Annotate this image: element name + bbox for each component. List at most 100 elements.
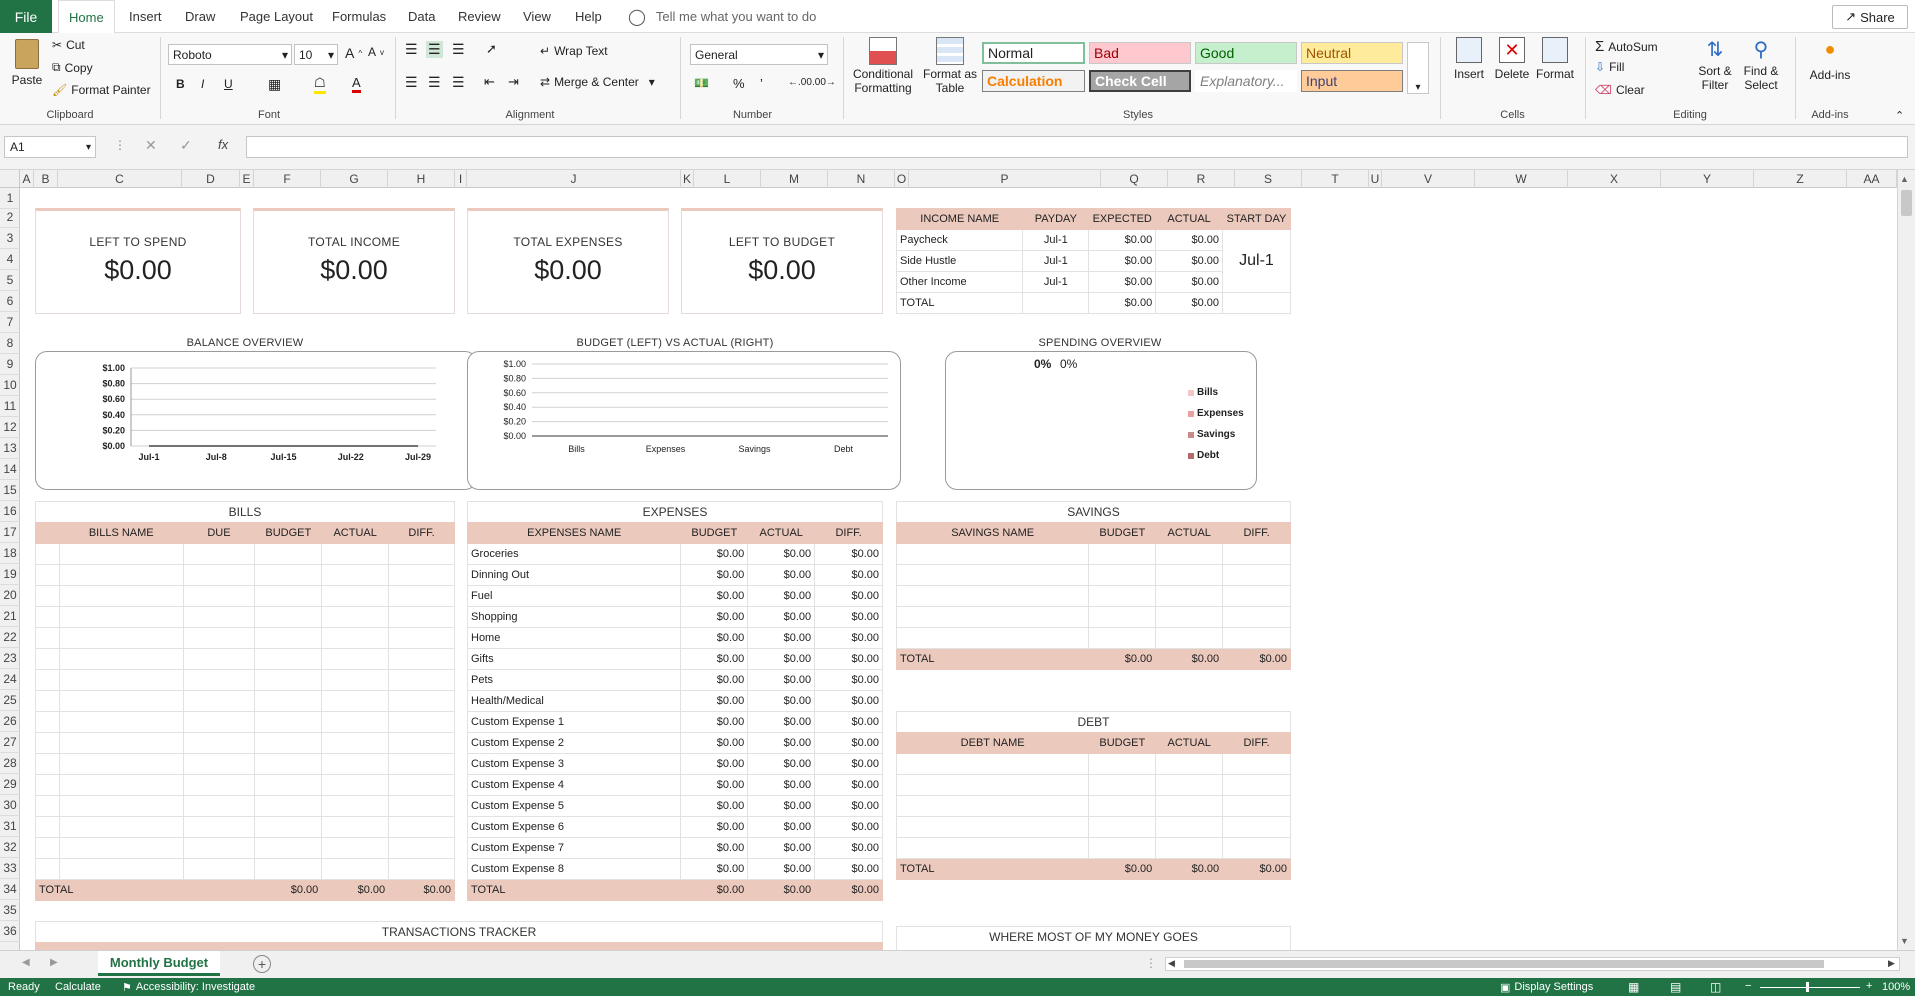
table-cell[interactable]	[895, 774, 1090, 796]
zoom-out-icon[interactable]: −	[1745, 980, 1751, 992]
table-cell[interactable]: Health/Medical	[466, 690, 682, 712]
table-cell[interactable]	[321, 816, 390, 838]
select-all-corner[interactable]	[0, 170, 20, 188]
income-actual[interactable]: $0.00	[1155, 271, 1223, 293]
table-cell[interactable]: $0.00	[680, 774, 749, 796]
row-header[interactable]: 13	[0, 438, 20, 459]
table-cell[interactable]	[35, 627, 60, 649]
income-expected[interactable]: $0.00	[1088, 250, 1157, 272]
font-size-select[interactable]: 10 ▾	[294, 44, 338, 65]
table-cell[interactable]	[1222, 627, 1291, 649]
decrease-decimal-button[interactable]: .00→	[812, 77, 836, 88]
table-cell[interactable]	[182, 858, 256, 880]
column-header[interactable]: R	[1168, 170, 1235, 188]
table-cell[interactable]	[182, 816, 256, 838]
normal-view-icon[interactable]: ▦	[1628, 980, 1639, 994]
table-cell[interactable]	[182, 627, 256, 649]
table-cell[interactable]: $0.00	[747, 795, 816, 817]
align-middle-button[interactable]: ☰	[426, 41, 443, 58]
table-cell[interactable]	[58, 585, 184, 607]
table-cell[interactable]: $0.00	[747, 564, 816, 586]
table-cell[interactable]: $0.00	[747, 837, 816, 859]
increase-indent-button[interactable]: ⇥	[508, 74, 519, 90]
column-header[interactable]: N	[828, 170, 895, 188]
page-break-view-icon[interactable]: ◫	[1710, 980, 1721, 994]
scroll-left-icon[interactable]: ◀	[1168, 958, 1175, 969]
table-cell[interactable]	[58, 690, 184, 712]
row-header[interactable]: 18	[0, 543, 20, 564]
table-cell[interactable]	[58, 795, 184, 817]
row-header[interactable]: 33	[0, 858, 20, 879]
row-header[interactable]: 25	[0, 690, 20, 711]
column-header[interactable]: G	[321, 170, 388, 188]
table-cell[interactable]	[388, 795, 455, 817]
table-cell[interactable]	[1222, 564, 1291, 586]
table-cell[interactable]	[1155, 774, 1224, 796]
tab-draw[interactable]: Draw	[185, 0, 215, 33]
table-cell[interactable]	[58, 837, 184, 859]
style-bad[interactable]: Bad	[1089, 42, 1191, 64]
table-cell[interactable]	[1155, 606, 1224, 628]
table-cell[interactable]	[182, 648, 256, 670]
row-header[interactable]: 23	[0, 648, 20, 669]
tab-view[interactable]: View	[523, 0, 551, 33]
table-cell[interactable]	[1222, 585, 1291, 607]
table-cell[interactable]: $0.00	[680, 732, 749, 754]
decrease-indent-button[interactable]: ⇤	[484, 74, 495, 90]
table-cell[interactable]	[1088, 564, 1157, 586]
income-expected[interactable]: $0.00	[1088, 229, 1157, 251]
table-cell[interactable]: Custom Expense 4	[466, 774, 682, 796]
table-cell[interactable]: $0.00	[814, 753, 883, 775]
table-cell[interactable]: $0.00	[747, 606, 816, 628]
table-cell[interactable]	[58, 669, 184, 691]
increase-font-button[interactable]: A ^	[345, 45, 362, 61]
scroll-up-icon[interactable]: ▲	[1900, 174, 1909, 184]
table-cell[interactable]	[321, 606, 390, 628]
income-payday[interactable]: Jul-1	[1022, 229, 1090, 251]
align-right-button[interactable]: ☰	[452, 74, 465, 91]
row-header[interactable]: 24	[0, 669, 20, 690]
insert-cells-button[interactable]: Insert	[1450, 37, 1488, 81]
display-settings-button[interactable]: ▣ Display Settings	[1500, 981, 1593, 994]
table-cell[interactable]: Groceries	[466, 543, 682, 565]
clear-button[interactable]: ⌫ Clear	[1595, 83, 1645, 97]
table-cell[interactable]	[58, 564, 184, 586]
table-cell[interactable]	[254, 711, 323, 733]
tab-formulas[interactable]: Formulas	[332, 0, 386, 33]
column-header[interactable]: U	[1369, 170, 1382, 188]
font-name-select[interactable]: Roboto ▾	[168, 44, 292, 65]
table-cell[interactable]	[35, 669, 60, 691]
table-cell[interactable]	[1088, 606, 1157, 628]
align-center-button[interactable]: ☰	[428, 74, 441, 91]
table-cell[interactable]: $0.00	[680, 753, 749, 775]
table-cell[interactable]: $0.00	[814, 627, 883, 649]
share-button[interactable]: ↗ Share	[1832, 5, 1908, 29]
table-cell[interactable]	[1222, 816, 1291, 838]
table-cell[interactable]	[35, 837, 60, 859]
table-cell[interactable]	[388, 585, 455, 607]
scroll-right-icon[interactable]: ▶	[1888, 958, 1895, 969]
align-top-button[interactable]: ☰	[405, 41, 418, 58]
table-cell[interactable]	[1088, 753, 1157, 775]
table-cell[interactable]	[1088, 816, 1157, 838]
row-header[interactable]: 21	[0, 606, 20, 627]
table-cell[interactable]	[321, 858, 390, 880]
table-cell[interactable]: $0.00	[814, 606, 883, 628]
tab-file[interactable]: File	[0, 0, 52, 33]
row-header[interactable]: 7	[0, 312, 20, 333]
table-cell[interactable]	[1222, 543, 1291, 565]
table-cell[interactable]	[254, 606, 323, 628]
scrollbar-thumb[interactable]	[1901, 190, 1912, 216]
table-cell[interactable]: $0.00	[814, 669, 883, 691]
column-header[interactable]: AA	[1847, 170, 1897, 188]
column-header[interactable]: P	[909, 170, 1101, 188]
balance-chart[interactable]: $1.00 $0.80 $0.60 $0.40 $0.20 $0.00 Jul-1 Jul-8…	[35, 351, 477, 490]
column-header[interactable]: J	[467, 170, 681, 188]
vertical-scrollbar[interactable]: ▲ ▼	[1897, 170, 1915, 950]
formula-input[interactable]	[246, 136, 1908, 158]
table-cell[interactable]	[1155, 816, 1224, 838]
table-cell[interactable]	[254, 837, 323, 859]
table-cell[interactable]: $0.00	[680, 606, 749, 628]
tab-insert[interactable]: Insert	[129, 0, 162, 33]
table-cell[interactable]	[895, 816, 1090, 838]
